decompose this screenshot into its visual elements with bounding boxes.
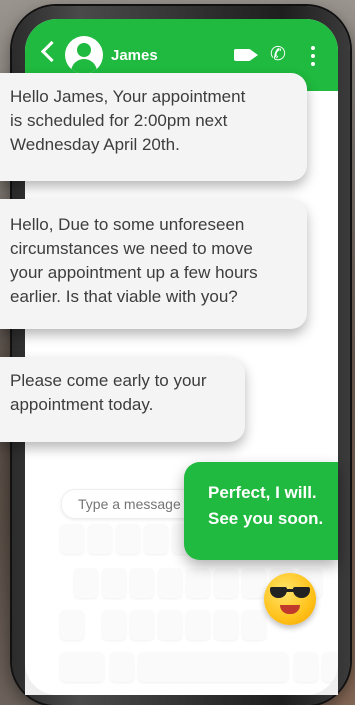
key[interactable] bbox=[60, 652, 104, 682]
message-text: Hello James, Your appointment is schedul… bbox=[10, 87, 246, 154]
key[interactable] bbox=[214, 568, 238, 598]
key[interactable] bbox=[242, 568, 266, 598]
key[interactable] bbox=[158, 568, 182, 598]
phone-call-icon[interactable]: ✆ bbox=[270, 45, 286, 64]
message-bubble-incoming: Please come early to your appointment to… bbox=[0, 357, 245, 442]
sunglasses bbox=[270, 587, 310, 599]
avatar[interactable] bbox=[65, 36, 103, 74]
video-call-icon[interactable] bbox=[234, 49, 251, 61]
key[interactable] bbox=[102, 568, 126, 598]
message-bubble-incoming: Hello, Due to some unforeseen circumstan… bbox=[0, 199, 307, 329]
space-key[interactable] bbox=[138, 652, 288, 682]
sunglasses-emoji-icon bbox=[264, 573, 316, 625]
key[interactable] bbox=[144, 524, 168, 554]
key[interactable] bbox=[102, 610, 126, 640]
key[interactable] bbox=[130, 610, 154, 640]
key[interactable] bbox=[110, 652, 134, 682]
message-bubble-incoming: Hello James, Your appointment is schedul… bbox=[0, 73, 307, 181]
key[interactable] bbox=[60, 610, 84, 640]
emoji-mouth bbox=[280, 605, 300, 614]
contact-name[interactable]: James bbox=[111, 47, 158, 64]
key[interactable] bbox=[60, 524, 84, 554]
avatar-head bbox=[77, 43, 91, 57]
message-text: Perfect, I will. See you soon. bbox=[208, 483, 324, 528]
avatar-body bbox=[71, 59, 97, 74]
key[interactable] bbox=[242, 610, 266, 640]
message-text: Hello, Due to some unforeseen circumstan… bbox=[10, 215, 258, 306]
message-bubble-outgoing: Perfect, I will. See you soon. bbox=[184, 462, 338, 560]
lens-left bbox=[270, 587, 287, 598]
message-text: Please come early to your appointment to… bbox=[10, 371, 207, 414]
key[interactable] bbox=[186, 610, 210, 640]
key[interactable] bbox=[74, 568, 98, 598]
key[interactable] bbox=[186, 568, 210, 598]
lens-right bbox=[293, 587, 310, 598]
key[interactable] bbox=[88, 524, 112, 554]
more-options-icon[interactable] bbox=[311, 46, 315, 66]
back-arrow-icon[interactable] bbox=[40, 40, 63, 63]
key[interactable] bbox=[322, 652, 338, 682]
key[interactable] bbox=[116, 524, 140, 554]
key[interactable] bbox=[214, 610, 238, 640]
key[interactable] bbox=[130, 568, 154, 598]
key[interactable] bbox=[294, 652, 318, 682]
key[interactable] bbox=[158, 610, 182, 640]
